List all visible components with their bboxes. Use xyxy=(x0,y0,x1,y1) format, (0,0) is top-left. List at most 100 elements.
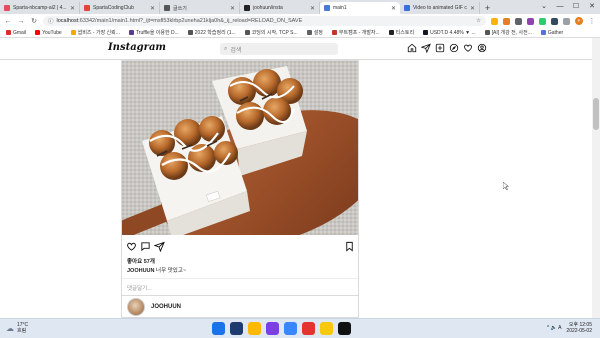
post-actions xyxy=(126,241,356,253)
bookmark-item[interactable]: 부트캠프 - 개발자... xyxy=(331,29,380,36)
bookmark-item[interactable]: 티스토리 xyxy=(388,29,415,36)
info-icon[interactable]: ⓘ xyxy=(48,17,54,25)
profile-icon[interactable] xyxy=(477,43,487,53)
post-author-row: JOOHUUN xyxy=(122,295,358,317)
tab-close-icon[interactable]: ✕ xyxy=(70,5,75,12)
browser-tab[interactable]: main1 ✕ xyxy=(320,2,400,14)
tab-search-icon[interactable]: ⌄ xyxy=(536,0,552,14)
profile-avatar[interactable]: P xyxy=(575,17,583,25)
browser-tab[interactable]: Sparta-nbcamp-ai2 | 4... ✕ xyxy=(0,2,80,14)
extension-icon[interactable] xyxy=(551,17,558,25)
tab-close-icon[interactable]: ✕ xyxy=(391,5,396,12)
taskbar-app-icon[interactable] xyxy=(284,322,297,335)
search-icon: ⌕ xyxy=(224,45,228,52)
new-tab-button[interactable]: + xyxy=(480,2,495,14)
tray-icons[interactable]: ^ 🔈 A xyxy=(547,325,561,331)
instagram-logo[interactable]: Instagram xyxy=(108,42,166,53)
bookmark-label: YouTube xyxy=(42,29,62,36)
bookmark-favicon xyxy=(306,30,312,35)
tab-favicon xyxy=(244,5,250,11)
taskbar-app-icon[interactable] xyxy=(266,322,279,335)
extension-icon[interactable] xyxy=(527,17,534,25)
minimize-icon[interactable]: — xyxy=(552,0,568,14)
tab-close-icon[interactable]: ✕ xyxy=(470,5,475,12)
bookmark-item[interactable]: 설정 xyxy=(306,29,323,36)
extension-icon[interactable] xyxy=(503,17,510,25)
caption-username[interactable]: JOOHUUN xyxy=(127,268,155,274)
explore-icon[interactable] xyxy=(449,43,459,53)
author-username[interactable]: JOOHUUN xyxy=(151,304,181,310)
like-heart-icon[interactable] xyxy=(126,241,137,252)
page-scrollbar[interactable] xyxy=(592,38,600,318)
bookmark-item[interactable]: Truffle을 이용한 D... xyxy=(128,29,179,36)
browser-tab[interactable]: SpartaCodingClub ✕ xyxy=(80,2,160,14)
taskbar-app-icon[interactable] xyxy=(212,322,225,335)
scrollbar-thumb[interactable] xyxy=(593,98,599,130)
taskbar-apps xyxy=(212,322,351,335)
forward-icon[interactable]: → xyxy=(17,18,25,25)
post-caption: JOOHUUN 너무 맛있고~ xyxy=(127,266,186,274)
send-icon[interactable] xyxy=(421,43,431,53)
bookmark-label: [AI] 개강 전, 사전... xyxy=(491,30,532,36)
bookmark-item[interactable]: 2022 학습정리 (1... xyxy=(187,29,236,36)
extension-icon[interactable] xyxy=(515,17,522,25)
clock[interactable]: 오후 12:05 2022-05-02 xyxy=(566,322,592,334)
tab-close-icon[interactable]: ✕ xyxy=(230,5,235,12)
taskbar-app-icon[interactable] xyxy=(302,322,315,335)
taskbar-app-icon[interactable] xyxy=(320,322,333,335)
tab-favicon xyxy=(404,5,410,11)
tab-close-icon[interactable]: ✕ xyxy=(310,5,315,12)
home-icon[interactable] xyxy=(407,43,417,53)
extension-icon[interactable] xyxy=(539,17,546,25)
new-post-icon[interactable] xyxy=(435,43,445,53)
bookmark-item[interactable]: 코딩의 시작, TCP S... xyxy=(244,29,298,36)
bookmark-label: 티스토리 xyxy=(395,30,415,36)
browser-tab[interactable]: 글쓰기 ✕ xyxy=(160,2,240,14)
bookmark-item[interactable]: Gather xyxy=(540,30,563,36)
taskbar-app-icon[interactable] xyxy=(338,322,351,335)
browser-tab-strip: Sparta-nbcamp-ai2 | 4... ✕ SpartaCodingClu… xyxy=(0,0,600,14)
bookmark-favicon xyxy=(423,30,429,35)
bookmark-item[interactable]: USDT.D 4.48% ▼ ... xyxy=(423,30,476,36)
comment-input[interactable]: 댓글달기... xyxy=(122,278,358,293)
reload-icon[interactable]: ↻ xyxy=(30,17,38,25)
mouse-cursor-icon xyxy=(503,182,509,190)
post-photo xyxy=(122,61,358,235)
taskbar-app-icon[interactable] xyxy=(230,322,243,335)
search-input[interactable]: ⌕ 검색 xyxy=(220,43,338,55)
close-window-icon[interactable]: ✕ xyxy=(584,0,600,14)
taskbar-app-icon[interactable] xyxy=(248,322,261,335)
bookmark-icon[interactable] xyxy=(344,241,355,252)
bookmark-label: Gmail xyxy=(13,29,27,36)
bookmark-label: Truffle을 이용한 D... xyxy=(135,30,179,36)
url-input[interactable]: ⓘ localhost:63342/main1/main1.html?_ijt=… xyxy=(43,16,486,26)
bookmark-item[interactable]: [AI] 개강 전, 사전... xyxy=(484,29,532,36)
share-icon[interactable] xyxy=(154,241,165,252)
bookmark-star-icon[interactable]: ☆ xyxy=(476,18,481,24)
menu-kebab-icon[interactable]: ⋮ xyxy=(588,17,596,25)
weather-widget[interactable]: ☁ 17°C 흐림 xyxy=(6,322,28,334)
tab-label: SpartaCodingClub xyxy=(93,5,134,11)
puzzle-icon[interactable] xyxy=(563,17,570,25)
comment-icon[interactable] xyxy=(140,241,151,252)
page-viewport: Instagram ⌕ 검색 좋아요 57개 JOOHUUN 너무 맛있고~ 댓… xyxy=(0,38,600,318)
tab-label: Video to animated GIF co... xyxy=(413,5,467,11)
maximize-icon[interactable]: ☐ xyxy=(568,0,584,14)
browser-tab[interactable]: joohuun/insta ✕ xyxy=(240,2,320,14)
browser-tab[interactable]: Video to animated GIF co...✕ xyxy=(400,2,480,14)
bookmark-item[interactable]: Gmail xyxy=(6,30,26,36)
bookmark-item[interactable]: 쌉비즈 - 가장 신뢰... xyxy=(70,29,120,36)
bookmark-favicon xyxy=(70,30,76,35)
extension-icon[interactable] xyxy=(491,17,498,25)
tab-close-icon[interactable]: ✕ xyxy=(150,5,155,12)
bookmark-favicon xyxy=(484,30,490,35)
bookmark-item[interactable]: YouTube xyxy=(35,30,62,36)
tab-favicon xyxy=(164,5,170,11)
bookmark-favicon xyxy=(331,30,337,35)
bookmark-label: 코딩의 시작, TCP S... xyxy=(251,30,298,36)
bookmark-favicon xyxy=(35,30,41,35)
author-avatar[interactable] xyxy=(127,297,145,316)
back-icon[interactable]: ← xyxy=(4,18,12,25)
heart-icon[interactable] xyxy=(463,43,473,53)
tab-label: joohuun/insta xyxy=(253,5,283,11)
